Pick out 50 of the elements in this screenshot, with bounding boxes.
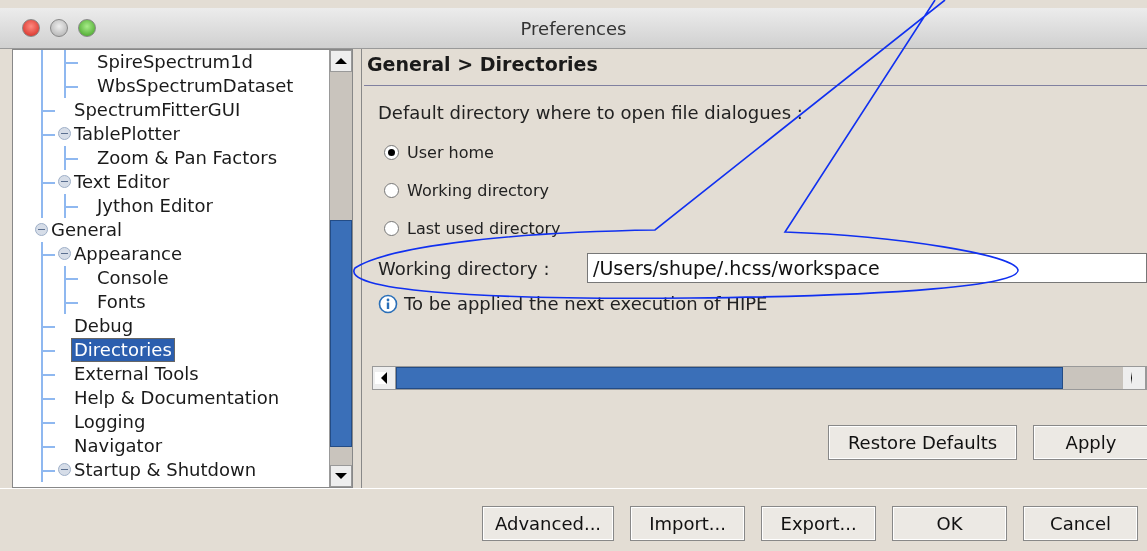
field-label: Working directory : (378, 257, 551, 279)
tree-item[interactable]: Appearance (72, 243, 185, 265)
tree-item[interactable]: Debug (72, 315, 136, 337)
radio-option[interactable]: Last used directory (378, 209, 1147, 247)
tree-item[interactable]: Logging (72, 411, 148, 433)
tree-item[interactable]: SpectrumFitterGUI (72, 99, 243, 121)
info-icon (378, 293, 398, 314)
tree-item[interactable]: Help & Documentation (72, 387, 282, 409)
collapse-toggle-icon[interactable] (58, 247, 71, 260)
tree-item[interactable]: Jython Editor (95, 195, 215, 217)
tree-item[interactable]: Text Editor (72, 171, 172, 193)
tree-item[interactable]: General (49, 219, 124, 241)
scroll-up-icon[interactable] (330, 50, 352, 72)
radio-option[interactable]: User home (378, 133, 1147, 171)
close-icon[interactable] (22, 19, 40, 37)
tree-item[interactable]: Zoom & Pan Factors (95, 147, 280, 169)
tree-item[interactable]: Console (95, 267, 171, 289)
panel-button[interactable]: Apply (1033, 425, 1147, 460)
collapse-toggle-icon[interactable] (58, 175, 71, 188)
dialog-button[interactable]: Advanced... (482, 506, 615, 541)
dialog-button[interactable]: Cancel (1023, 506, 1139, 541)
tree-item[interactable]: Startup & Shutdown (72, 459, 259, 481)
horizontal-scrollbar[interactable] (372, 366, 1147, 390)
tree-item[interactable]: Fonts (95, 291, 148, 313)
tree-item[interactable]: Navigator (72, 435, 165, 457)
dialog-button[interactable]: Export... (761, 506, 877, 541)
radio-option[interactable]: Working directory (378, 171, 1147, 209)
collapse-toggle-icon[interactable] (58, 127, 71, 140)
tree-item[interactable]: WbsSpectrumDataset (95, 75, 296, 97)
radio-icon[interactable] (384, 144, 399, 160)
vertical-scrollbar[interactable] (329, 50, 352, 487)
dialog-button[interactable]: OK (892, 506, 1008, 541)
panel-button[interactable]: Restore Defaults (828, 425, 1017, 460)
working-directory-field[interactable]: /Users/shupe/.hcss/workspace (587, 253, 1147, 283)
radio-icon[interactable] (384, 220, 399, 236)
collapse-toggle-icon[interactable] (58, 463, 71, 476)
collapse-toggle-icon[interactable] (35, 223, 48, 236)
radio-icon[interactable] (384, 182, 399, 198)
info-text: To be applied the next execution of HIPE (404, 293, 768, 314)
window-title: Preferences (519, 17, 628, 39)
page-heading: General > Directories (364, 49, 1147, 86)
dialog-button[interactable]: Import... (630, 506, 746, 541)
tree-item[interactable]: SpireSpectrum1d (95, 51, 256, 73)
tree-item[interactable]: Directories (72, 339, 174, 361)
tree-item[interactable]: External Tools (72, 363, 201, 385)
minimize-icon[interactable] (50, 19, 68, 37)
scroll-down-icon[interactable] (330, 465, 352, 487)
prompt-text: Default directory where to open file dialogues : (378, 102, 804, 123)
scroll-left-icon[interactable] (373, 367, 396, 389)
tree-item[interactable]: TablePlotter (72, 123, 182, 145)
